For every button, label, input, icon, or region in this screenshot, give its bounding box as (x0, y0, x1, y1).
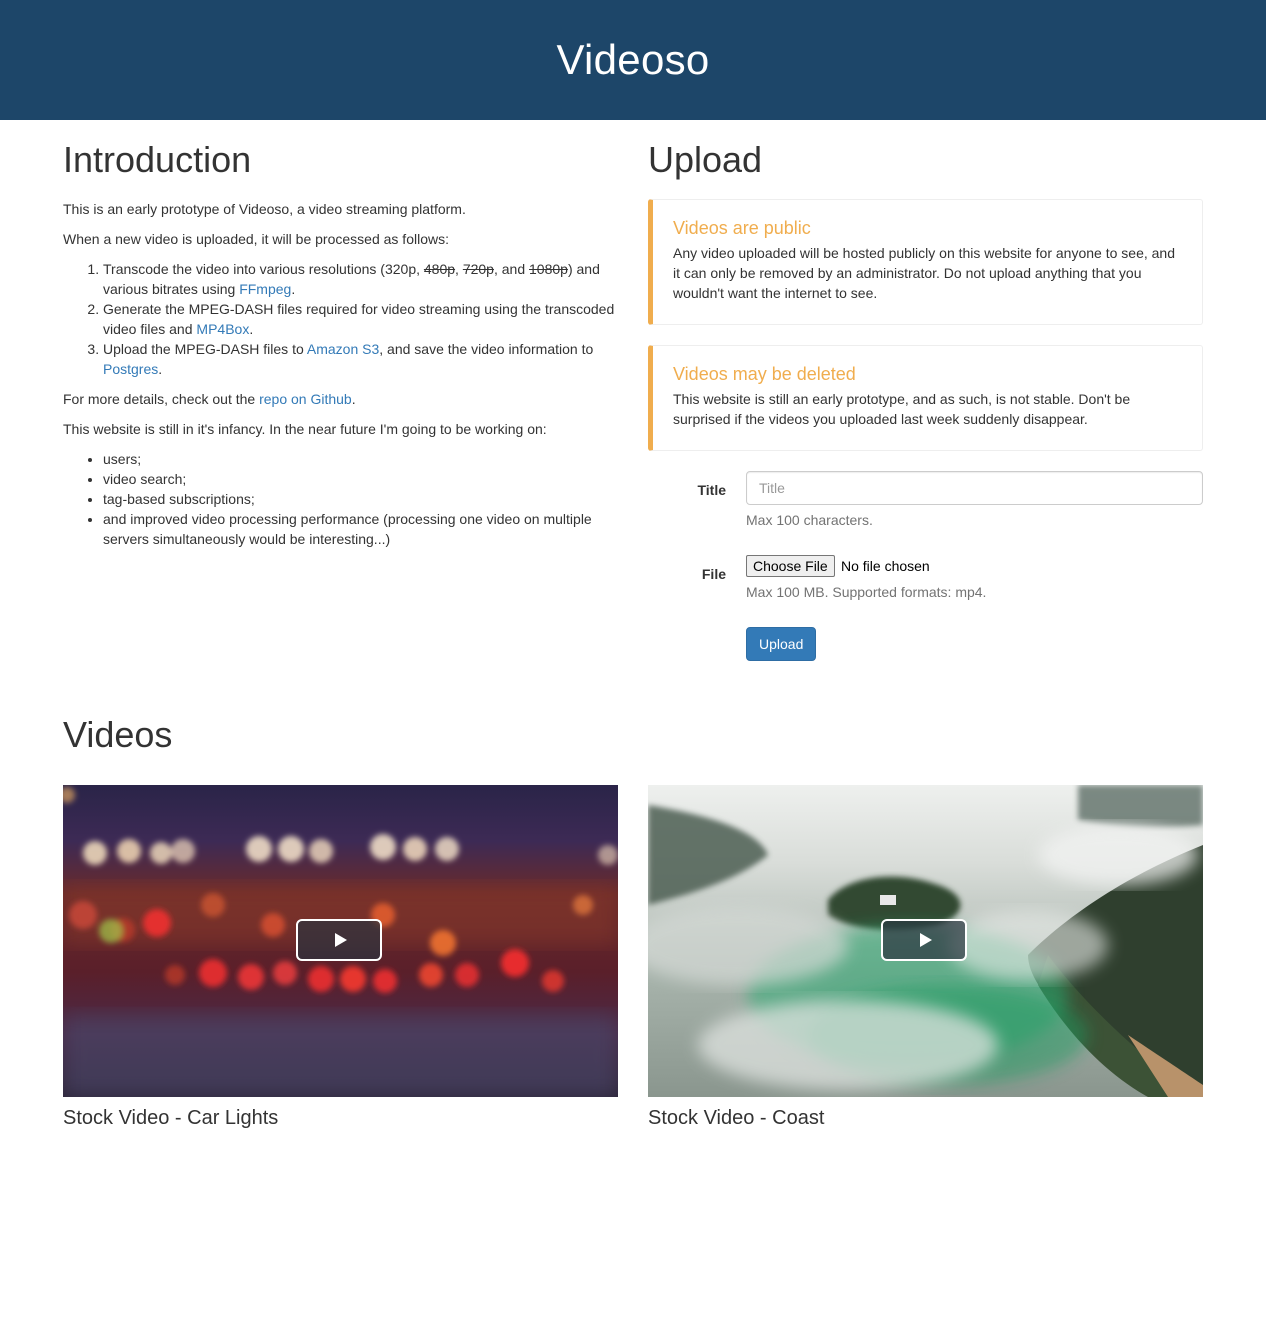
struck-resolution: 720p (462, 261, 494, 277)
public-warning-alert: Videos are public Any video uploaded wil… (648, 199, 1203, 325)
title-input[interactable] (746, 471, 1203, 505)
introduction-heading: Introduction (63, 139, 252, 180)
intro-paragraph: When a new video is uploaded, it will be… (63, 231, 449, 247)
intro-paragraph: This is an early prototype of Videoso, a… (63, 201, 466, 217)
video-card: Stock Video - Coast (648, 785, 1203, 1129)
play-button[interactable] (296, 919, 382, 961)
intro-paragraph: For more details, check out the repo on … (63, 389, 618, 409)
list-item: Generate the MPEG-DASH files required fo… (103, 299, 618, 339)
play-icon (919, 933, 932, 947)
struck-resolution: 1080p (529, 261, 568, 277)
details-text: . (351, 391, 356, 407)
site-title: Videoso (556, 36, 710, 83)
play-icon (334, 933, 347, 947)
list-item: Upload the MPEG-DASH files to Amazon S3,… (103, 339, 618, 379)
amazon-s3-link[interactable]: Amazon S3 (307, 341, 379, 357)
mp4box-link[interactable]: MP4Box (196, 321, 249, 337)
upload-button[interactable]: Upload (746, 627, 817, 661)
choose-file-button[interactable]: Choose File (746, 555, 835, 577)
list-item: and improved video processing performanc… (103, 509, 618, 549)
videos-heading: Videos (63, 714, 173, 755)
list-item: video search; (103, 469, 618, 489)
step-text: , and save the video information to (379, 341, 594, 357)
list-item: users; (103, 449, 618, 469)
postgres-link[interactable]: Postgres (103, 361, 158, 377)
step-text: . (249, 321, 254, 337)
alert-text: Any video uploaded will be hosted public… (673, 245, 1175, 301)
roadmap-list: users; video search; tag-based subscript… (63, 449, 618, 549)
video-title[interactable]: Stock Video - Car Lights (63, 1106, 278, 1130)
step-text: . (158, 361, 163, 377)
video-player[interactable] (648, 785, 1203, 1097)
processing-steps-list: Transcode the video into various resolut… (63, 259, 618, 379)
file-help-text: Max 100 MB. Supported formats: mp4. (746, 584, 987, 600)
step-text: Transcode the video into various resolut… (103, 261, 424, 277)
step-text: Upload the MPEG-DASH files to (103, 341, 307, 357)
play-button[interactable] (881, 919, 967, 961)
introduction-body: This is an early prototype of Videoso, a… (63, 199, 618, 559)
site-header: Videoso (0, 0, 1266, 120)
video-player[interactable] (63, 785, 618, 1097)
alert-title: Videos are public (673, 218, 811, 238)
video-card: Stock Video - Car Lights (63, 785, 618, 1129)
alert-title: Videos may be deleted (673, 364, 856, 384)
step-text: Generate the MPEG-DASH files required fo… (103, 301, 615, 337)
alert-text: This website is still an early prototype… (673, 391, 1131, 427)
details-text: For more details, check out the (63, 391, 260, 407)
video-title[interactable]: Stock Video - Coast (648, 1106, 824, 1130)
step-text: , (455, 261, 463, 277)
intro-paragraph: This website is still in it's infancy. I… (63, 421, 547, 437)
step-text: , and (493, 261, 530, 277)
ffmpeg-link[interactable]: FFmpeg (239, 281, 291, 297)
github-repo-link[interactable]: repo on Github (259, 391, 352, 407)
deletion-warning-alert: Videos may be deleted This website is st… (648, 345, 1203, 451)
upload-heading: Upload (648, 139, 763, 180)
title-label: Title (697, 482, 726, 498)
list-item: tag-based subscriptions; (103, 489, 618, 509)
struck-resolution: 480p (423, 261, 456, 277)
file-label: File (701, 566, 726, 582)
step-text: . (291, 281, 296, 297)
file-status-text: No file chosen (841, 558, 930, 574)
title-help-text: Max 100 characters. (746, 512, 873, 528)
list-item: Transcode the video into various resolut… (103, 259, 618, 299)
